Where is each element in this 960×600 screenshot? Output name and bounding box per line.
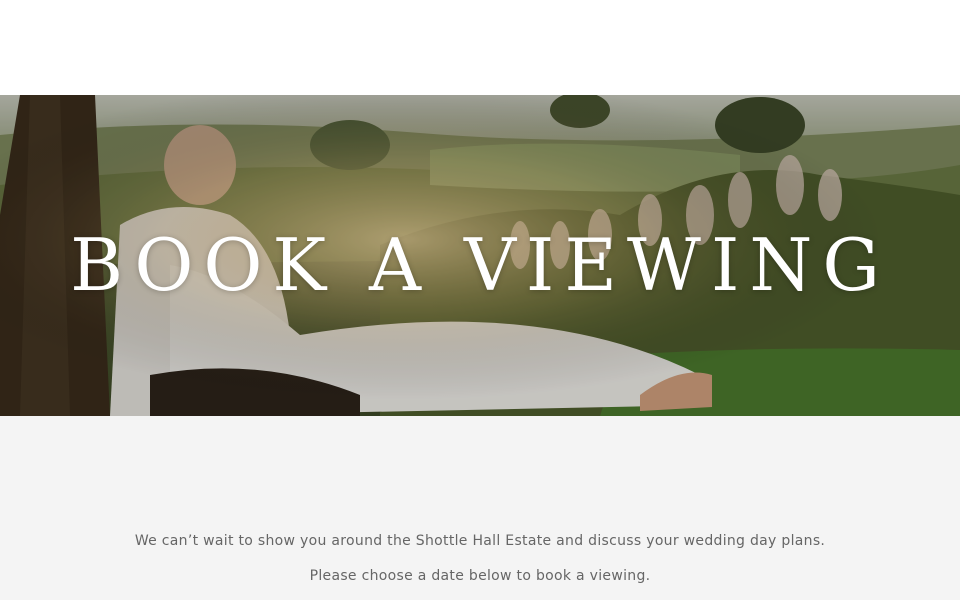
hero-banner: BOOK A VIEWING bbox=[0, 95, 960, 416]
intro-text-line-2: Please choose a date below to book a vie… bbox=[309, 568, 651, 584]
intro-text-line-1: We can’t wait to show you around the Sho… bbox=[134, 533, 826, 549]
intro-section: We can’t wait to show you around the Sho… bbox=[0, 416, 960, 600]
site-header bbox=[0, 0, 960, 95]
page-title: BOOK A VIEWING bbox=[70, 223, 890, 307]
